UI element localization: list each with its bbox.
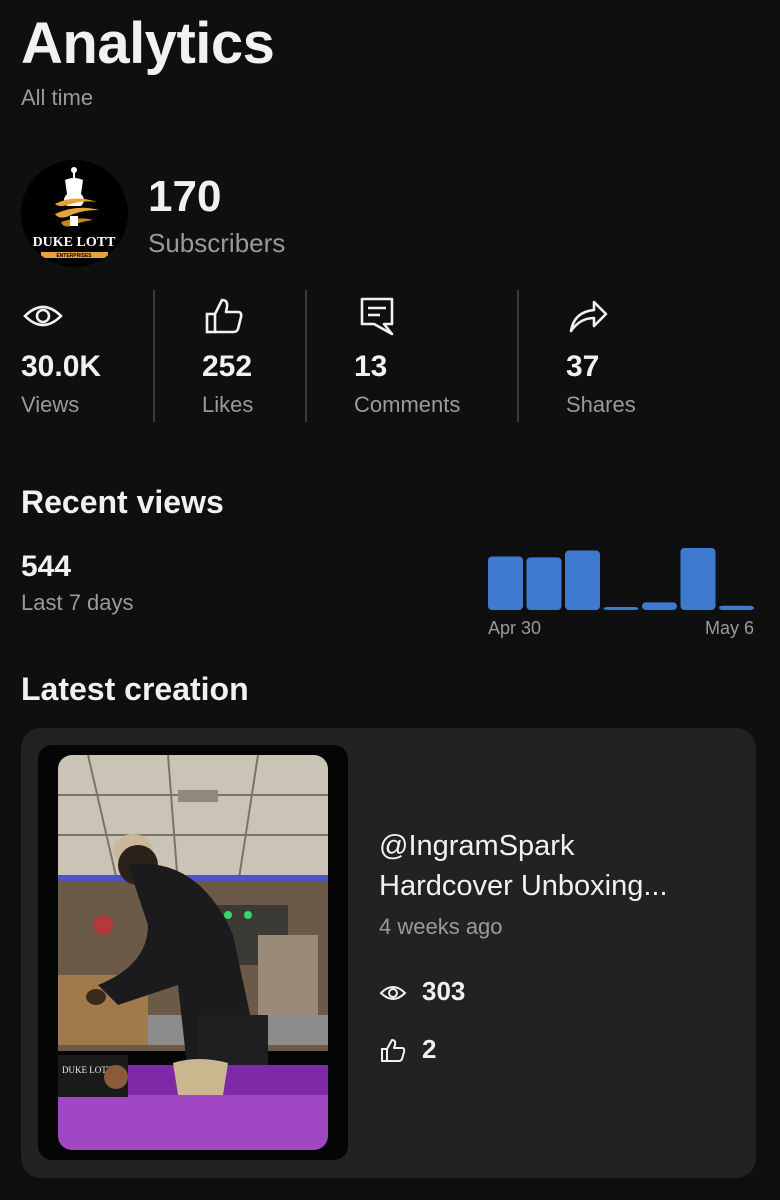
views-label: Views (21, 392, 80, 417)
comments-value: 13 (354, 350, 388, 383)
comment-icon (354, 294, 398, 338)
chart-start-label: Apr 30 (488, 618, 541, 638)
chart-bar-may-3 (603, 607, 639, 610)
chart-bar-may-1 (526, 557, 562, 610)
recent-views-period: Last 7 days (21, 590, 134, 615)
shares-value: 37 (566, 350, 600, 383)
likes-value: 252 (202, 350, 253, 383)
recent-views-chart[interactable]: Apr 30 May 6 (486, 540, 756, 640)
chart-end-label: May 6 (705, 618, 754, 638)
comments-label: Comments (354, 392, 461, 417)
video-thumbnail-frame[interactable]: DUKE LOTT (38, 745, 348, 1160)
page-subtitle[interactable]: All time (21, 85, 93, 111)
chart-bar-apr-30 (488, 556, 523, 610)
video-likes-value: 2 (422, 1034, 437, 1064)
chart-bar-may-4 (642, 602, 677, 610)
chart-bar-may-6 (719, 605, 754, 610)
thumbs-up-icon (202, 294, 246, 338)
recent-views-value: 544 (21, 550, 72, 583)
video-thumbnail: DUKE LOTT (58, 755, 328, 1150)
channel-avatar[interactable]: DUKE LOTT ENTERPRISES (21, 160, 128, 267)
likes-label: Likes (202, 392, 254, 417)
shares-label: Shares (566, 392, 636, 417)
divider (153, 290, 155, 422)
divider (305, 290, 307, 422)
video-title-line-2: Hardcover Unboxing... (379, 870, 668, 902)
latest-creation-title: Latest creation (21, 671, 249, 707)
logo-subtext: ENTERPRISES (56, 253, 92, 259)
divider (517, 290, 519, 422)
chart-bar-may-2 (565, 550, 600, 610)
latest-creation-card[interactable]: DUKE LOTT @IngramSpark Hardcover Unboxin… (21, 728, 756, 1178)
thumbs-up-icon (379, 1037, 407, 1065)
video-title[interactable]: @IngramSpark Hardcover Unboxing... (379, 826, 739, 906)
recent-views-title: Recent views (21, 484, 224, 520)
bar-chart: Apr 30 May 6 (488, 548, 754, 638)
subscriber-count: 170 (148, 172, 222, 221)
chart-bar-may-5 (680, 548, 716, 610)
eye-icon (379, 979, 407, 1007)
subscriber-label: Subscribers (148, 228, 286, 258)
share-icon (566, 294, 610, 338)
page-title: Analytics (21, 11, 275, 76)
duke-lott-logo: DUKE LOTT ENTERPRISES (21, 160, 128, 267)
stats-row: 30.0K Views 252 Likes 13 Comments 37 Sha… (0, 290, 780, 422)
views-value: 30.0K (21, 350, 102, 383)
video-time-ago: 4 weeks ago (379, 914, 503, 939)
eye-icon (21, 294, 65, 338)
video-views-value: 303 (422, 976, 466, 1006)
logo-text: DUKE LOTT (33, 235, 117, 250)
video-title-line-1: @IngramSpark (379, 830, 575, 862)
channel-summary: DUKE LOTT ENTERPRISES 170 Subscribers (21, 160, 761, 268)
